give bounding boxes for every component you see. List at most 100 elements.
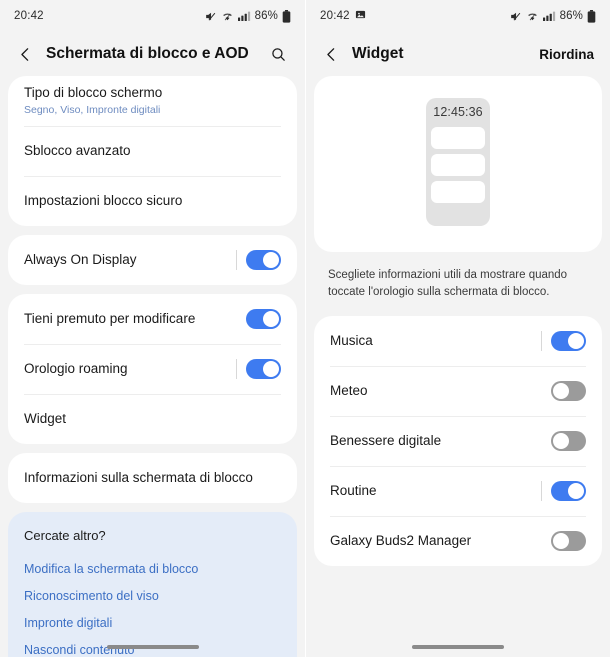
list-item[interactable]: Informazioni sulla schermata di blocco [8,453,297,503]
toggle-divider [541,481,542,502]
toggle-group [551,531,586,552]
status-time: 20:42 [320,10,350,22]
toggle-knob [568,483,584,500]
left-status-bar: 20:42 86% [0,0,305,32]
right-app-bar: Widget Riordina [306,32,610,76]
signal-icon [237,10,251,22]
toggle-hold-to-edit[interactable] [246,309,281,329]
widget-description: Scegliete informazioni utili da mostrare… [328,269,568,298]
dual-screenshot-container: 20:42 86% Schermata di blocco e AOD Tipo… [0,0,610,657]
wifi-icon [526,10,539,23]
list-item[interactable]: Sblocco avanzato [8,126,297,176]
left-app-bar: Schermata di blocco e AOD [0,32,305,76]
toggle-group [236,359,281,379]
widget-preview-frame: 12:45:36 [426,98,490,226]
row-texts: Orologio roaming [24,361,236,378]
home-bar[interactable] [412,645,504,649]
toggle-musica[interactable] [551,331,586,352]
toggle-routine[interactable] [551,481,586,502]
battery-percent: 86% [254,10,278,22]
search-icon[interactable] [265,41,291,67]
toggle-roaming-clock[interactable] [246,359,281,379]
left-phone-screen: 20:42 86% Schermata di blocco e AOD Tipo… [0,0,305,657]
list-item[interactable]: Tieni premuto per modificare [8,294,297,344]
back-arrow-icon[interactable] [14,43,36,65]
toggle-group [236,250,281,270]
wifi-icon [221,10,234,23]
toggle-meteo[interactable] [551,381,586,402]
list-item-widget[interactable]: Widget [8,394,297,444]
row-title: Widget [24,410,67,426]
right-status-bar: 20:42 86% [306,0,610,32]
page-title: Schermata di blocco e AOD [46,45,249,62]
toggle-knob [568,333,584,350]
home-indicator[interactable] [0,645,305,649]
widget-clock-text: 12:45:36 [433,105,483,119]
row-texts: Tieni premuto per modificare [24,311,246,328]
toggle-knob [263,361,279,377]
more-link-fingerprints[interactable]: Impronte digitali [24,610,281,637]
list-item[interactable]: Impostazioni blocco sicuro [8,176,297,226]
toggle-galaxy-buds2-manager[interactable] [551,531,586,552]
list-item[interactable]: Galaxy Buds2 Manager [314,516,602,566]
toggle-group [551,431,586,452]
status-left-group: 20:42 [14,10,44,22]
list-item[interactable]: Tipo di blocco schermo Segno, Viso, Impr… [8,76,297,126]
settings-card-aod: Always On Display [8,235,297,285]
home-bar[interactable] [106,645,199,649]
toggle-knob [263,252,279,268]
row-texts: Benessere digitale [330,433,551,450]
row-title: Impostazioni blocco sicuro [24,192,183,208]
settings-card-lock-info: Informazioni sulla schermata di blocco [8,453,297,503]
list-item[interactable]: Always On Display [8,235,297,285]
toggle-knob [553,533,569,550]
status-left-group: 20:42 [320,9,366,23]
toggle-group [541,481,586,502]
list-item[interactable]: Meteo [314,366,602,416]
row-texts: Musica [330,333,541,350]
toggle-divider [236,250,237,270]
more-link-edit-lock-screen[interactable]: Modifica la schermata di blocco [24,556,281,583]
row-title: Routine [330,482,377,498]
right-phone-screen: 20:42 86% Widget Riordina 12:45:36 Scegl… [305,0,610,657]
more-link-face-recognition[interactable]: Riconoscimento del viso [24,583,281,610]
row-title: Benessere digitale [330,432,442,448]
toggle-always-on-display[interactable] [246,250,281,270]
battery-percent: 86% [559,10,583,22]
row-title: Tipo di blocco schermo [24,85,163,100]
right-content-scroll[interactable]: 12:45:36 Scegliete informazioni utili da… [306,76,610,657]
row-title: Musica [330,332,373,348]
list-item[interactable]: Routine [314,466,602,516]
row-title: Sblocco avanzato [24,142,131,158]
status-right-group: 86% [204,9,291,23]
settings-card-lock-type: Tipo di blocco schermo Segno, Viso, Impr… [8,76,297,226]
toggle-benessere-digitale[interactable] [551,431,586,452]
row-title: Informazioni sulla schermata di blocco [24,469,253,485]
mute-icon [509,10,522,23]
widget-slot [431,154,485,176]
row-subtitle: Segno, Viso, Impronte digitali [24,103,161,116]
toggle-divider [236,359,237,379]
list-item[interactable]: Orologio roaming [8,344,297,394]
toggle-group [541,331,586,352]
list-item[interactable]: Musica [314,316,602,366]
row-texts: Tipo di blocco schermo Segno, Viso, Impr… [24,85,281,117]
signal-icon [542,10,556,22]
reorder-button[interactable]: Riordina [539,47,596,62]
status-right-group: 86% [509,9,596,23]
row-title: Always On Display [24,251,137,267]
screenshot-icon [355,9,366,23]
page-title: Widget [352,45,404,62]
home-indicator[interactable] [306,645,610,649]
row-title: Meteo [330,382,368,398]
looking-for-more-card: Cercate altro? Modifica la schermata di … [8,512,297,657]
widget-preview-card: 12:45:36 [314,76,602,252]
toggle-knob [263,311,279,327]
left-content-scroll[interactable]: Tipo di blocco schermo Segno, Viso, Impr… [0,76,305,657]
toggle-group [551,381,586,402]
back-arrow-icon[interactable] [320,43,342,65]
toggle-knob [553,433,569,450]
widget-toggle-card: Musica Meteo Benessere digitale Routine … [314,316,602,567]
row-texts: Impostazioni blocco sicuro [24,193,281,210]
list-item[interactable]: Benessere digitale [314,416,602,466]
